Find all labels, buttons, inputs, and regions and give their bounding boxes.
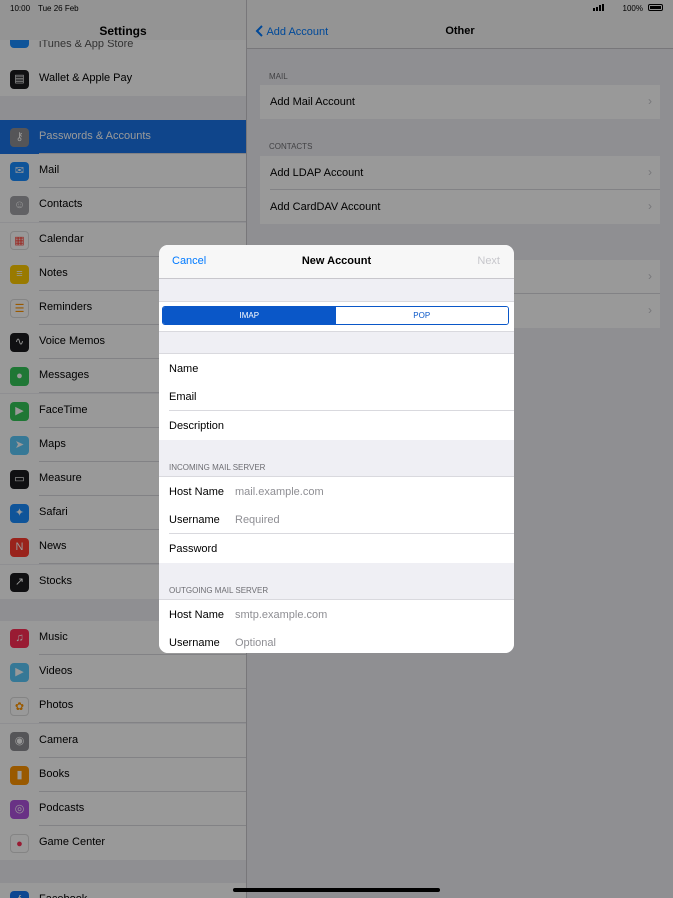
field-label: Email xyxy=(169,391,197,403)
field-placeholder: smtp.example.com xyxy=(235,609,328,621)
field-placeholder: mail.example.com xyxy=(235,486,324,498)
incoming-username-field[interactable]: Username Required xyxy=(159,505,514,534)
ipad-screen: Settings iTunes & App Store Settings ▤Wa… xyxy=(0,0,673,898)
field-label: Host Name xyxy=(169,486,225,498)
field-label: Username xyxy=(169,514,220,526)
field-label: Host Name xyxy=(169,609,225,621)
outgoing-server-header: OUTGOING MAIL SERVER xyxy=(169,586,269,595)
account-type-segment-row: IMAP POP xyxy=(159,301,514,332)
description-field[interactable]: Description xyxy=(159,411,514,440)
email-field[interactable]: Email xyxy=(159,382,514,411)
name-field[interactable]: Name xyxy=(159,353,514,383)
segment-pop[interactable]: POP xyxy=(335,307,508,324)
incoming-host-name-field[interactable]: Host Name mail.example.com xyxy=(159,476,514,506)
field-label: Password xyxy=(169,543,218,555)
segment-imap[interactable]: IMAP xyxy=(163,307,336,324)
field-placeholder: Required xyxy=(235,514,280,526)
sheet-title: New Account xyxy=(301,255,372,267)
home-indicator[interactable] xyxy=(233,888,440,892)
incoming-server-header: INCOMING MAIL SERVER xyxy=(169,463,266,472)
next-button[interactable]: Next xyxy=(477,255,500,267)
field-placeholder: Optional xyxy=(235,637,276,649)
new-account-sheet: Cancel New Account Next IMAP POP Name Em… xyxy=(159,245,514,653)
outgoing-host-name-field[interactable]: Host Name smtp.example.com xyxy=(159,599,514,629)
field-label: Name xyxy=(169,363,199,375)
incoming-password-field[interactable]: Password xyxy=(159,534,514,563)
field-label: Description xyxy=(169,420,225,432)
sheet-header: Cancel New Account Next xyxy=(159,245,514,279)
outgoing-username-field[interactable]: Username Optional xyxy=(159,628,514,653)
field-label: Username xyxy=(169,637,220,649)
account-type-segmented-control: IMAP POP xyxy=(162,306,509,325)
